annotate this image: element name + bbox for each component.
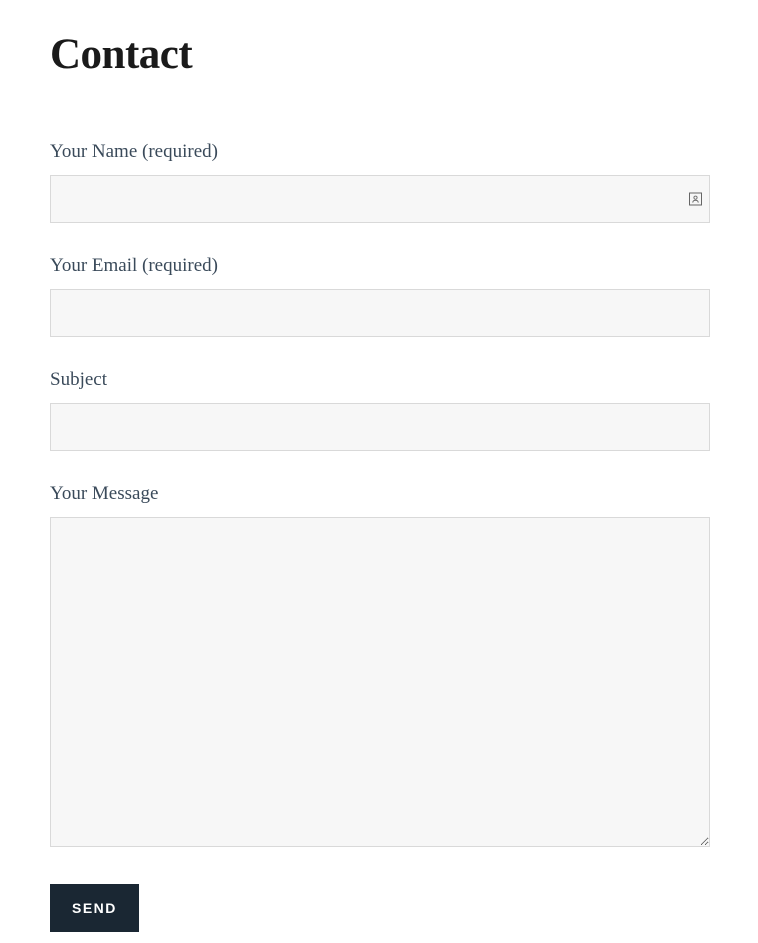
email-field-group: Your Email (required): [50, 255, 710, 337]
name-input-wrapper: [50, 175, 710, 223]
contact-card-icon: [689, 193, 702, 206]
email-input[interactable]: [50, 289, 710, 337]
email-label: Your Email (required): [50, 255, 710, 277]
send-button[interactable]: SEND: [50, 884, 139, 932]
subject-input[interactable]: [50, 403, 710, 451]
page-title: Contact: [50, 30, 710, 79]
name-input[interactable]: [50, 175, 710, 223]
name-label: Your Name (required): [50, 141, 710, 163]
message-field-group: Your Message: [50, 483, 710, 852]
subject-label: Subject: [50, 369, 710, 391]
message-label: Your Message: [50, 483, 710, 505]
message-textarea[interactable]: [50, 517, 710, 847]
contact-form: Your Name (required) Your Email (require…: [50, 141, 710, 932]
name-field-group: Your Name (required): [50, 141, 710, 223]
subject-field-group: Subject: [50, 369, 710, 451]
